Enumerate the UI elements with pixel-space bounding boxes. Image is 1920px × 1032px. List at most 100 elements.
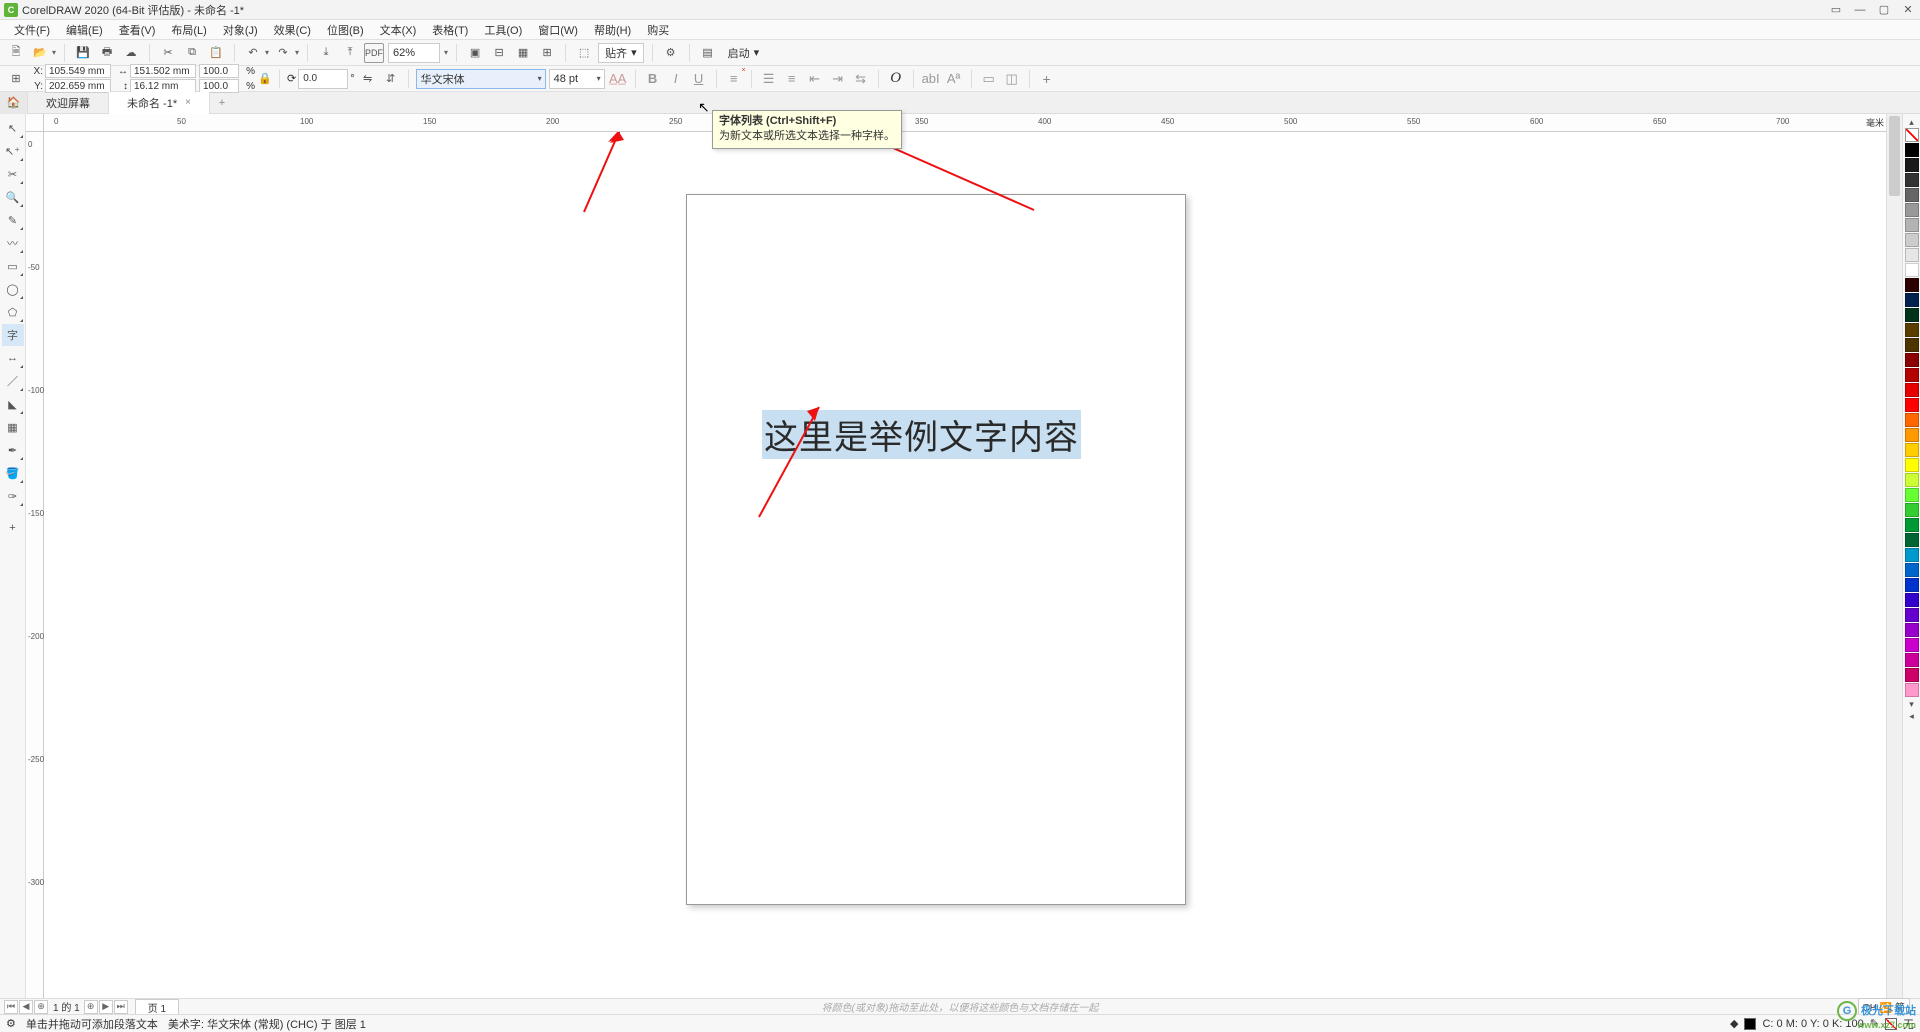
menu-tools[interactable]: 工具(O) xyxy=(476,22,530,38)
nav-prev-icon[interactable]: ◀ xyxy=(19,1000,33,1014)
show-grid-icon[interactable]: ▦ xyxy=(513,43,533,63)
expand-tool-icon[interactable]: + xyxy=(2,517,24,539)
color-swatch[interactable] xyxy=(1905,248,1919,262)
color-swatch[interactable] xyxy=(1905,563,1919,577)
color-swatch[interactable] xyxy=(1905,533,1919,547)
tab-icon[interactable]: ⇆ xyxy=(851,69,871,89)
dropcap-button[interactable]: O xyxy=(886,69,906,89)
abc-button[interactable]: abI xyxy=(921,69,941,89)
color-swatch[interactable] xyxy=(1905,548,1919,562)
polygon-tool-icon[interactable]: ⬠ xyxy=(2,301,24,323)
menu-layout[interactable]: 布局(L) xyxy=(163,22,214,38)
color-swatch[interactable] xyxy=(1905,458,1919,472)
color-swatch[interactable] xyxy=(1905,518,1919,532)
ruler-horizontal[interactable]: 毫米 0501001502002503003504004505005506006… xyxy=(44,114,1886,132)
fill-color-chip[interactable] xyxy=(1744,1018,1756,1030)
close-icon[interactable]: ✕ xyxy=(1900,3,1916,17)
color-swatch[interactable] xyxy=(1905,488,1919,502)
minimize-icon[interactable]: — xyxy=(1852,3,1868,17)
nav-add-right-icon[interactable]: ⊕ xyxy=(84,1000,98,1014)
paste-icon[interactable]: 📋 xyxy=(206,43,226,63)
menu-table[interactable]: 表格(T) xyxy=(424,22,476,38)
shape-tool-icon[interactable]: ↖⁺ xyxy=(2,140,24,162)
color-swatch[interactable] xyxy=(1905,263,1919,277)
show-guide-icon[interactable]: ⊞ xyxy=(537,43,557,63)
menu-text[interactable]: 文本(X) xyxy=(372,22,425,38)
snap-dropdown[interactable]: 贴齐▾ xyxy=(598,43,644,63)
font-size-dropdown[interactable]: 48 pt ▾ xyxy=(549,69,605,89)
menu-buy[interactable]: 购买 xyxy=(639,22,677,38)
color-swatch[interactable] xyxy=(1905,398,1919,412)
palette-up-icon[interactable]: ▴ xyxy=(1905,116,1919,128)
help-sys-icon[interactable]: ▭ xyxy=(1828,3,1844,17)
transparency-tool-icon[interactable]: ▦ xyxy=(2,416,24,438)
outline-tool-icon[interactable]: ✑ xyxy=(2,485,24,507)
crop-tool-icon[interactable]: ✂ xyxy=(2,163,24,185)
open-doc-dropdown[interactable]: 📂▾ xyxy=(30,43,56,63)
mirror-v-icon[interactable]: ⇵ xyxy=(381,69,401,89)
fill-tool-icon[interactable]: 🪣 xyxy=(2,462,24,484)
undo-icon[interactable]: ↶ xyxy=(243,43,263,63)
color-swatch[interactable] xyxy=(1905,428,1919,442)
tab-close-icon[interactable]: × xyxy=(185,97,191,108)
ellipse-tool-icon[interactable]: ◯ xyxy=(2,278,24,300)
color-swatch[interactable] xyxy=(1905,638,1919,652)
no-color-swatch[interactable] xyxy=(1905,128,1919,142)
color-swatch[interactable] xyxy=(1905,623,1919,637)
save-icon[interactable]: 💾 xyxy=(73,43,93,63)
launch-dropdown[interactable]: 启动▾ xyxy=(722,43,766,63)
color-swatch[interactable] xyxy=(1905,608,1919,622)
color-swatch[interactable] xyxy=(1905,593,1919,607)
color-swatch[interactable] xyxy=(1905,233,1919,247)
page-viewport[interactable]: 这里是举例文字内容 xyxy=(44,132,1886,998)
rotate-input[interactable]: 0.0 xyxy=(298,69,348,89)
color-swatch[interactable] xyxy=(1905,188,1919,202)
nav-add-left-icon[interactable]: ⊕ xyxy=(34,1000,48,1014)
menu-window[interactable]: 窗口(W) xyxy=(530,22,586,38)
mirror-h-icon[interactable]: ⇋ xyxy=(358,69,378,89)
pdf-icon[interactable]: PDF xyxy=(364,43,384,63)
pdf-dropdown[interactable]: PDF xyxy=(364,43,384,63)
list-number-icon[interactable]: ≡ xyxy=(782,69,802,89)
nav-next-icon[interactable]: ▶ xyxy=(99,1000,113,1014)
tab-welcome[interactable]: 欢迎屏幕 xyxy=(28,92,109,114)
text-tool-icon[interactable]: 字 xyxy=(2,324,24,346)
color-swatch[interactable] xyxy=(1905,473,1919,487)
tab-add-button[interactable]: + xyxy=(212,94,232,112)
palette-menu-icon[interactable]: ◂ xyxy=(1905,710,1919,722)
home-button[interactable]: 🏠 xyxy=(0,92,28,114)
underline-button[interactable]: U xyxy=(689,69,709,89)
palette-down-icon[interactable]: ▾ xyxy=(1905,698,1919,710)
launch-icon[interactable]: ▤ xyxy=(698,43,718,63)
color-swatch[interactable] xyxy=(1905,218,1919,232)
zoom-tool-icon[interactable]: 🔍 xyxy=(2,186,24,208)
tab-document[interactable]: 未命名 -1*× xyxy=(109,92,210,114)
freehand-tool-icon[interactable]: ✎ xyxy=(2,209,24,231)
dimension-tool-icon[interactable]: ↔ xyxy=(2,347,24,369)
indent-inc-icon[interactable]: ⇥ xyxy=(828,69,848,89)
menu-object[interactable]: 对象(J) xyxy=(215,22,266,38)
menu-file[interactable]: 文件(F) xyxy=(6,22,58,38)
scrollbar-thumb[interactable] xyxy=(1889,116,1900,196)
maximize-icon[interactable]: ▢ xyxy=(1876,3,1892,17)
eyedropper-tool-icon[interactable]: ✒ xyxy=(2,439,24,461)
nav-last-icon[interactable]: ⏭ xyxy=(114,1000,128,1014)
text-frame-icon[interactable]: ▭ xyxy=(979,69,999,89)
bold-button[interactable]: B xyxy=(643,69,663,89)
open-doc-icon[interactable]: 📂 xyxy=(30,43,50,63)
show-rulers-icon[interactable]: ⊟ xyxy=(489,43,509,63)
menu-effects[interactable]: 效果(C) xyxy=(266,22,319,38)
new-doc-icon[interactable]: 🗎 xyxy=(6,43,26,63)
x-input[interactable]: 105.549 mm xyxy=(45,64,111,78)
ruler-origin[interactable] xyxy=(26,114,44,132)
color-swatch[interactable] xyxy=(1905,578,1919,592)
w-input[interactable]: 151.502 mm xyxy=(130,64,196,78)
color-swatch[interactable] xyxy=(1905,173,1919,187)
color-swatch[interactable] xyxy=(1905,293,1919,307)
import-icon[interactable]: ⤓ xyxy=(316,43,336,63)
indent-dec-icon[interactable]: ⇤ xyxy=(805,69,825,89)
align-icon[interactable]: ≡× xyxy=(724,69,744,89)
color-swatch[interactable] xyxy=(1905,668,1919,682)
color-swatch[interactable] xyxy=(1905,158,1919,172)
rectangle-tool-icon[interactable]: ▭ xyxy=(2,255,24,277)
